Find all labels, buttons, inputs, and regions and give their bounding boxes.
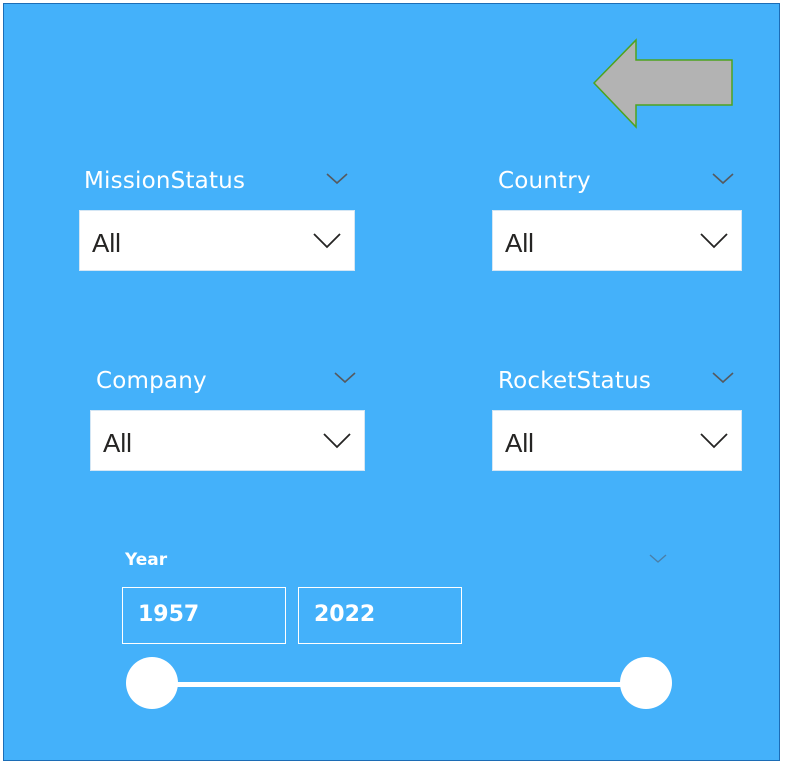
company-title: Company xyxy=(96,368,207,394)
country-title: Country xyxy=(498,168,591,194)
rocket-status-value: All xyxy=(505,428,534,458)
year-slider-track[interactable] xyxy=(156,682,650,687)
year-menu[interactable] xyxy=(647,551,669,565)
left-arrow-icon xyxy=(592,38,733,129)
year-title: Year xyxy=(125,550,168,570)
chevron-down-icon xyxy=(712,372,734,384)
chevron-down-icon xyxy=(712,173,734,185)
year-end-value: 2022 xyxy=(314,602,376,627)
year-slider-start-handle[interactable] xyxy=(126,657,178,709)
mission-status-title: MissionStatus xyxy=(84,168,246,194)
chevron-down-icon xyxy=(312,231,342,251)
rocket-status-title: RocketStatus xyxy=(498,368,652,394)
chevron-down-icon xyxy=(649,554,667,563)
year-start-value: 1957 xyxy=(138,602,200,627)
year-end-input[interactable]: 2022 xyxy=(298,587,462,644)
chevron-down-icon xyxy=(334,372,356,384)
mission-status-menu[interactable] xyxy=(324,170,350,188)
chevron-down-icon xyxy=(699,231,729,251)
year-slider-end-handle[interactable] xyxy=(620,657,672,709)
back-arrow-button[interactable] xyxy=(592,37,740,132)
country-menu[interactable] xyxy=(710,170,736,188)
country-value: All xyxy=(505,228,534,258)
company-value: All xyxy=(103,428,132,458)
company-menu[interactable] xyxy=(332,369,358,387)
year-start-input[interactable]: 1957 xyxy=(122,587,286,644)
rocket-status-menu[interactable] xyxy=(710,369,736,387)
company-dropdown[interactable]: All xyxy=(90,410,365,471)
chevron-down-icon xyxy=(326,173,348,185)
filter-panel: MissionStatus All Country All Company Al… xyxy=(3,3,780,761)
mission-status-value: All xyxy=(92,228,121,258)
chevron-down-icon xyxy=(322,431,352,451)
rocket-status-dropdown[interactable]: All xyxy=(492,410,742,471)
mission-status-dropdown[interactable]: All xyxy=(79,210,355,271)
chevron-down-icon xyxy=(699,431,729,451)
country-dropdown[interactable]: All xyxy=(492,210,742,271)
